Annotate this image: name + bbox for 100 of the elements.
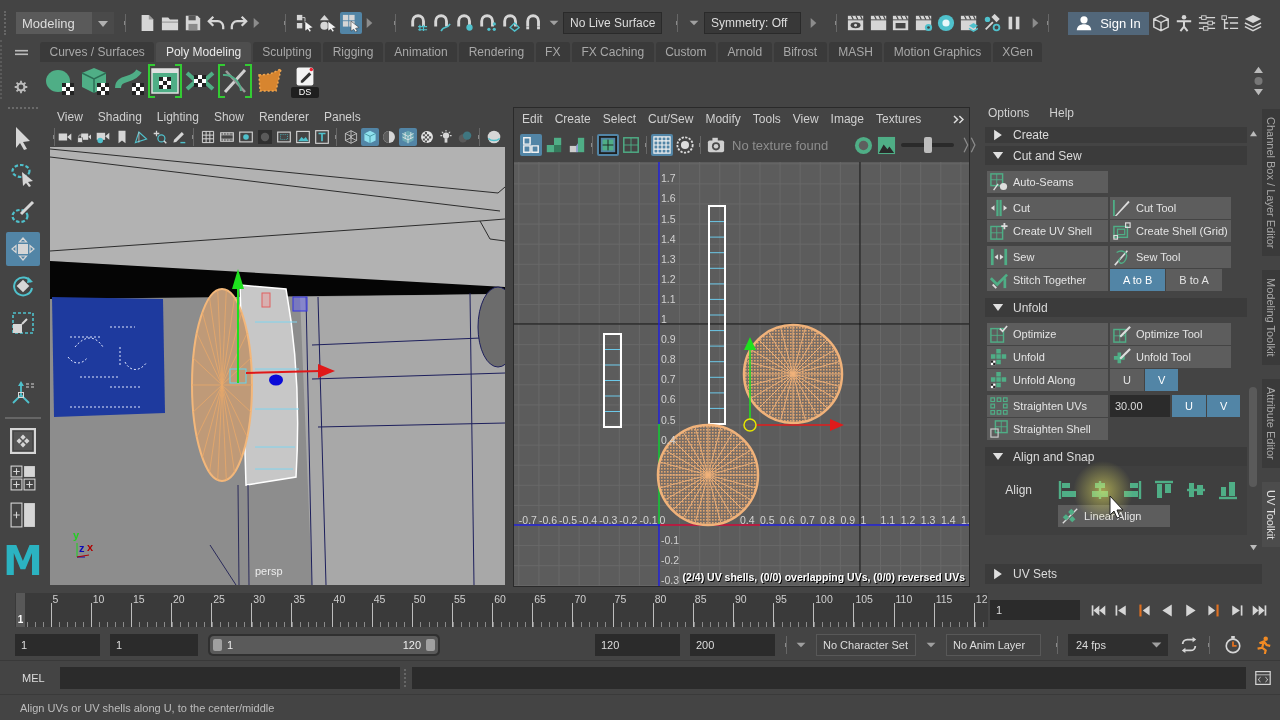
tool-button[interactable]: Optimize Tool	[1110, 323, 1231, 345]
side-tab[interactable]: Channel Box / Layer Editor	[1262, 109, 1280, 257]
number-field[interactable]: 30.00	[1110, 395, 1170, 417]
toggle-button[interactable]: U	[1172, 395, 1206, 417]
menu-item[interactable]: Renderer	[258, 110, 309, 124]
checker-ball-icon[interactable]	[418, 128, 436, 146]
language-toggle[interactable]: MEL	[22, 671, 60, 684]
sign-in-button[interactable]: Sign In	[1068, 11, 1150, 35]
layers-icon[interactable]	[1244, 14, 1263, 32]
menu-item[interactable]: Help	[1049, 106, 1075, 120]
sphere-icon[interactable]	[485, 128, 503, 146]
dots-frame-icon[interactable]	[8, 426, 38, 456]
triangle-plane-icon[interactable]	[132, 128, 150, 146]
clapperboard-eye-icon[interactable]	[847, 14, 865, 32]
figure-icon[interactable]	[1175, 14, 1194, 32]
uv-shell-disc[interactable]	[742, 323, 844, 425]
slider-thumb[interactable]	[923, 137, 932, 153]
caret-icon[interactable]	[926, 642, 936, 648]
target-icon[interactable]	[674, 134, 696, 156]
shelf-tab[interactable]: Rendering	[459, 42, 534, 62]
live-surface-field[interactable]: No Live Surface	[563, 12, 662, 34]
slider-handle[interactable]	[213, 639, 222, 651]
playback-end-field[interactable]: 120	[595, 634, 680, 656]
section-header[interactable]: Cut and Sew	[985, 146, 1247, 165]
toggle-button[interactable]: B to A	[1166, 269, 1222, 291]
redo-icon[interactable]	[230, 14, 248, 32]
double-chevron-icon[interactable]	[953, 114, 964, 124]
side-tab[interactable]: Attribute Editor	[1262, 379, 1280, 468]
sliders-icon[interactable]	[1198, 14, 1217, 32]
picture-icon[interactable]	[294, 128, 312, 146]
shelf-tab[interactable]: Animation	[384, 42, 458, 62]
menu-item[interactable]: Modify	[705, 112, 741, 126]
menu-item[interactable]: Image	[830, 112, 864, 126]
scroll-arrows-icon[interactable]	[1253, 64, 1264, 97]
shelf-tab[interactable]: MASH	[828, 42, 883, 62]
symmetry-field[interactable]: Symmetry: Off	[704, 12, 801, 34]
shelf-tab[interactable]: Curves / Surfaces	[40, 42, 155, 62]
two-pane-icon[interactable]	[8, 500, 38, 530]
tool-button[interactable]: Cut	[987, 197, 1108, 219]
pointer-shapes-icon[interactable]	[317, 12, 339, 34]
side-tab[interactable]: Modeling Toolkit	[1262, 270, 1280, 366]
anim-layer-field[interactable]: No Anim Layer	[946, 634, 1041, 656]
clapperboard-layers-icon[interactable]	[959, 14, 978, 32]
menu-item[interactable]: Cut/Sew	[648, 112, 694, 126]
tool-button[interactable]: Unfold Tool	[1110, 346, 1231, 368]
stopwatch-icon[interactable]	[1224, 636, 1242, 654]
shelf-tab[interactable]: Arnold	[717, 42, 772, 62]
menu-item[interactable]: Lighting	[156, 110, 199, 124]
menu-icon[interactable]	[14, 49, 28, 56]
magnet-curve-icon[interactable]	[433, 14, 451, 32]
wireframe-cube-icon[interactable]	[342, 128, 360, 146]
section-header[interactable]: Align and Snap	[985, 447, 1247, 466]
tool-button[interactable]: Stitch Together	[987, 269, 1108, 291]
shelf-tab[interactable]: Motion Graphics	[884, 42, 991, 62]
character-set-field[interactable]: No Character Set	[816, 634, 916, 656]
magnet-points-icon[interactable]	[479, 14, 497, 32]
light-bulb-icon[interactable]	[437, 128, 455, 146]
clapperboard-icon[interactable]	[869, 14, 888, 32]
scroll-up-icon[interactable]	[1248, 130, 1258, 137]
uv-shell-disc[interactable]	[656, 423, 760, 527]
tool-button[interactable]: Sew	[987, 246, 1108, 268]
frame-bars-icon[interactable]	[313, 128, 331, 146]
photo-camera-icon[interactable]	[707, 136, 725, 154]
pointer-squares-icon[interactable]	[294, 12, 316, 34]
playback-start-field[interactable]: 1	[110, 634, 198, 656]
tool-button[interactable]: Unfold Along	[987, 369, 1108, 391]
loop-icon[interactable]	[1180, 636, 1198, 654]
toggle-button[interactable]: V	[1144, 369, 1179, 391]
tool-button[interactable]: Auto-Seams	[987, 171, 1108, 193]
satellite-icon[interactable]	[982, 14, 1001, 32]
shelf-tab[interactable]: Rigging	[323, 42, 383, 62]
uv-shell-strip[interactable]	[603, 333, 622, 428]
undo-icon[interactable]	[207, 14, 225, 32]
magnet-dot-icon[interactable]	[456, 14, 474, 32]
scroll-down-icon[interactable]	[1248, 544, 1258, 551]
landscape-icon[interactable]	[877, 135, 897, 155]
section-header[interactable]: UV Sets	[985, 564, 1262, 584]
current-frame-marker[interactable]: 1	[16, 593, 25, 627]
command-input[interactable]	[60, 666, 400, 689]
clapperboard-label-icon[interactable]	[892, 14, 911, 32]
tool-button[interactable]: Create UV Shell	[987, 220, 1108, 242]
shelf-tab[interactable]: Bifrost	[773, 42, 827, 62]
end-time-field[interactable]: 200	[690, 634, 775, 656]
magnet-grid-icon[interactable]	[410, 14, 428, 32]
pan-zoom-icon[interactable]	[151, 128, 169, 146]
magnet-plane-icon[interactable]	[502, 14, 520, 32]
script-window-icon[interactable]	[1255, 669, 1271, 686]
menu-item[interactable]: View	[57, 110, 83, 124]
settings-icon[interactable]	[14, 80, 28, 94]
half-shaded-sphere-icon[interactable]	[380, 128, 398, 146]
tool-button[interactable]: Straighten UVs	[987, 395, 1108, 417]
menu-item[interactable]: Textures	[875, 112, 922, 126]
tool-button[interactable]: Optimize	[987, 323, 1108, 345]
tool-button[interactable]: Straighten Shell	[987, 418, 1108, 440]
menu-item[interactable]: Edit	[522, 112, 543, 126]
cube-icon[interactable]	[1152, 14, 1171, 32]
dotted-frame-icon[interactable]	[275, 128, 293, 146]
menu-item[interactable]: Create	[554, 112, 591, 126]
menu-item[interactable]: Shading	[97, 110, 142, 124]
tool-button[interactable]: Unfold	[987, 346, 1108, 368]
